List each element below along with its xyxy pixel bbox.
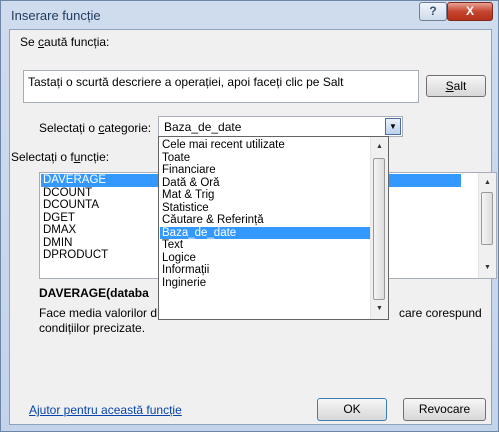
chevron-down-icon[interactable]: ▼ — [385, 118, 401, 135]
dialog-window: Inserare funcție ? X Se caută funcția: T… — [0, 0, 499, 432]
category-dropdown-scrollbar[interactable]: ▲ ▼ — [370, 137, 388, 319]
function-description-line2: condițiilor precizate. — [39, 321, 146, 335]
window-title: Inserare funcție — [11, 8, 101, 23]
category-select-value: Baza_de_date — [164, 120, 242, 134]
category-option[interactable]: Logice — [160, 252, 372, 265]
function-label: Selectați o funcție: — [11, 150, 110, 164]
category-option[interactable]: Baza_de_date — [160, 226, 372, 239]
dialog-client: Se caută funcția: Tastați o scurtă descr… — [9, 29, 497, 425]
title-bar[interactable]: Inserare funcție ? X — [1, 1, 498, 29]
help-icon[interactable]: ? — [419, 2, 447, 21]
category-option[interactable]: Dată & Oră — [160, 177, 372, 190]
function-description-part2: care corespund — [399, 306, 482, 320]
category-option[interactable]: Toate — [160, 152, 372, 165]
category-dropdown[interactable]: Cele mai recent utilizate Toate Financiare… — [158, 136, 389, 320]
help-link[interactable]: Ajutor pentru această funcție — [29, 403, 182, 417]
function-signature: DAVERAGE(databa — [39, 286, 149, 300]
close-icon[interactable]: X — [447, 2, 493, 21]
category-option[interactable]: Cele mai recent utilizate — [160, 139, 372, 152]
search-label: Se caută funcția: — [20, 35, 110, 49]
search-input[interactable]: Tastați o scurtă descriere a operației, … — [23, 70, 419, 103]
scroll-thumb[interactable] — [481, 192, 493, 245]
ok-button[interactable]: OK — [317, 398, 387, 421]
category-option[interactable]: Financiare — [160, 164, 372, 177]
search-input-value: Tastați o scurtă descriere a operației, … — [28, 75, 344, 89]
category-option[interactable]: Inginerie — [160, 277, 372, 290]
category-option[interactable]: Informații — [160, 264, 372, 277]
scroll-up-icon[interactable]: ▲ — [479, 175, 496, 191]
scroll-up-icon[interactable]: ▲ — [371, 139, 388, 155]
category-option[interactable]: Mat & Trig — [160, 189, 372, 202]
function-description-part1: Face media valorilor d — [39, 306, 158, 320]
category-select[interactable]: Baza_de_date ▼ — [158, 116, 403, 137]
go-button[interactable]: Salt — [426, 75, 486, 97]
scroll-down-icon[interactable]: ▼ — [371, 301, 388, 317]
category-label: Selectați o categorie: — [39, 121, 152, 135]
category-option[interactable]: Căutare & Referință — [160, 214, 372, 227]
scroll-thumb[interactable] — [373, 158, 385, 300]
cancel-button[interactable]: Revocare — [403, 398, 486, 421]
scroll-down-icon[interactable]: ▼ — [479, 260, 496, 276]
category-option[interactable]: Text — [160, 239, 372, 252]
category-option[interactable]: Statistice — [160, 202, 372, 215]
function-list-scrollbar[interactable]: ▲ ▼ — [478, 173, 496, 278]
